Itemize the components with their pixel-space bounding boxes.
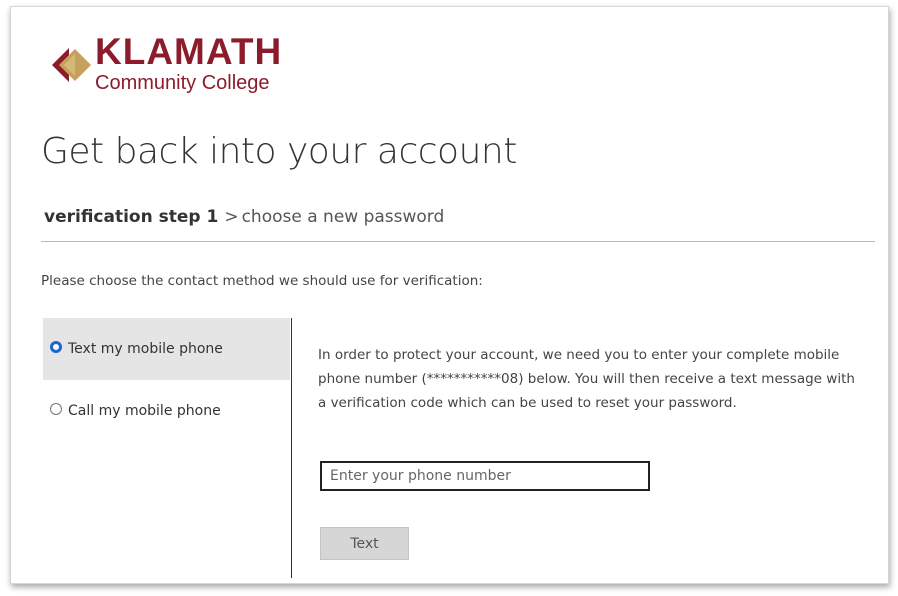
contact-method-list: Text my mobile phone Call my mobile phon… xyxy=(43,318,290,442)
klamath-diamond-logo-icon xyxy=(52,48,91,82)
option-call-mobile[interactable]: Call my mobile phone xyxy=(43,380,290,442)
password-reset-window: KLAMATH Community College Get back into … xyxy=(10,6,889,584)
logo-wordmark: KLAMATH xyxy=(95,31,283,72)
verification-info-text: In order to protect your account, we nee… xyxy=(318,347,855,411)
option-text-mobile[interactable]: Text my mobile phone xyxy=(43,318,290,380)
next-step: choose a new password xyxy=(241,207,445,227)
option-label: Text my mobile phone xyxy=(68,341,223,357)
step-separator: > xyxy=(224,207,239,227)
radio-selected-icon[interactable] xyxy=(50,341,62,353)
contact-method-prompt: Please choose the contact method we shou… xyxy=(41,273,483,289)
column-divider xyxy=(291,318,292,578)
page-title: Get back into your account xyxy=(41,131,517,172)
phone-number-input[interactable] xyxy=(320,461,650,491)
header-divider xyxy=(41,241,875,242)
text-button[interactable]: Text xyxy=(320,527,409,560)
option-label: Call my mobile phone xyxy=(68,403,221,419)
logo-subtitle: Community College xyxy=(95,72,270,94)
step-breadcrumb: verification step 1 > choose a new passwor… xyxy=(44,207,444,227)
current-step: verification step 1 xyxy=(44,207,219,227)
radio-unselected-icon[interactable] xyxy=(50,403,62,415)
college-logo: KLAMATH Community College xyxy=(41,31,301,105)
